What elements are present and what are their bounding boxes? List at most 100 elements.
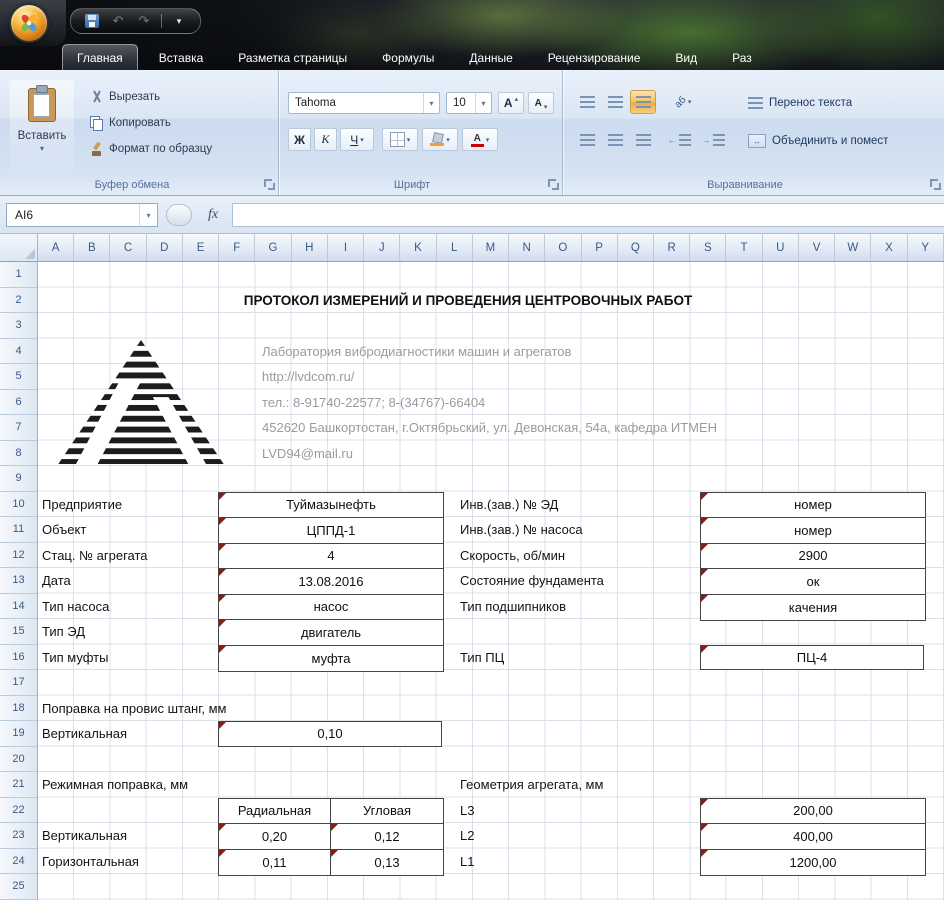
- cell-label[interactable]: Скорость, об/мин: [460, 543, 565, 569]
- table-cell[interactable]: двигатель: [219, 620, 443, 646]
- wrap-text-button[interactable]: Перенос текста: [748, 92, 852, 114]
- cell-label[interactable]: Вертикальная: [42, 823, 127, 849]
- underline-button[interactable]: Ч ▾: [340, 128, 374, 151]
- column-header-s[interactable]: S: [690, 234, 726, 261]
- table-cell[interactable]: 200,00: [701, 799, 925, 825]
- column-header-p[interactable]: P: [582, 234, 618, 261]
- table-cell[interactable]: номер: [701, 493, 925, 519]
- tab-glavnaya[interactable]: Главная: [62, 44, 138, 70]
- column-header-a[interactable]: A: [38, 234, 74, 261]
- column-header-k[interactable]: K: [400, 234, 436, 261]
- cell-label[interactable]: Тип муфты: [42, 645, 108, 671]
- row-header-25[interactable]: 25: [0, 874, 37, 900]
- row-header-15[interactable]: 15: [0, 619, 37, 645]
- column-header-n[interactable]: N: [509, 234, 545, 261]
- fill-color-button[interactable]: ▾: [422, 128, 458, 151]
- table-cell[interactable]: насос: [219, 595, 443, 621]
- table-cell[interactable]: 1200,00: [701, 850, 925, 876]
- align-middle-button[interactable]: [602, 90, 628, 114]
- table-cell[interactable]: 2900: [701, 544, 925, 570]
- row-header-23[interactable]: 23: [0, 823, 37, 849]
- redo-button[interactable]: ↷: [135, 12, 153, 30]
- cell-label[interactable]: L1: [460, 849, 474, 875]
- cell-label[interactable]: Предприятие: [42, 492, 122, 518]
- column-header-q[interactable]: Q: [618, 234, 654, 261]
- section-header[interactable]: Поправка на провис штанг, мм: [42, 696, 227, 722]
- tab-dannye[interactable]: Данные: [455, 47, 526, 70]
- column-header-e[interactable]: E: [183, 234, 219, 261]
- row-header-21[interactable]: 21: [0, 772, 37, 798]
- cell-label[interactable]: Тип подшипников: [460, 594, 566, 620]
- row-header-16[interactable]: 16: [0, 645, 37, 671]
- row-header-6[interactable]: 6: [0, 390, 37, 416]
- column-header-c[interactable]: C: [110, 234, 146, 261]
- tab-razrabotchik[interactable]: Раз: [718, 47, 766, 70]
- cell-label[interactable]: Дата: [42, 568, 71, 594]
- cell-label[interactable]: Горизонтальная: [42, 849, 139, 875]
- increase-indent-button[interactable]: →: [698, 128, 728, 152]
- column-header-u[interactable]: U: [763, 234, 799, 261]
- table-cell[interactable]: 0,11: [219, 850, 331, 876]
- cell-label[interactable]: L2: [460, 823, 474, 849]
- column-header-r[interactable]: R: [654, 234, 690, 261]
- row-header-10[interactable]: 10: [0, 492, 37, 518]
- table-cell[interactable]: ЦППД-1: [219, 518, 443, 544]
- paste-button[interactable]: Вставить ▾: [10, 80, 74, 180]
- undo-button[interactable]: ↶: [109, 12, 127, 30]
- column-header-d[interactable]: D: [147, 234, 183, 261]
- cell-label[interactable]: L3: [460, 798, 474, 824]
- row-header-12[interactable]: 12: [0, 543, 37, 569]
- formula-input[interactable]: [232, 203, 944, 227]
- grow-font-button[interactable]: А ▴: [498, 92, 524, 114]
- column-header-v[interactable]: V: [799, 234, 835, 261]
- table-cell[interactable]: 0,13: [331, 850, 443, 876]
- row-header-24[interactable]: 24: [0, 849, 37, 875]
- cell-label[interactable]: Объект: [42, 517, 86, 543]
- bold-button[interactable]: Ж: [288, 128, 311, 151]
- section-header[interactable]: Режимная поправка, мм: [42, 772, 188, 798]
- table-header-cell[interactable]: Угловая: [331, 799, 443, 825]
- align-left-button[interactable]: [574, 128, 600, 152]
- table-cell[interactable]: ок: [701, 569, 925, 595]
- row-header-1[interactable]: 1: [0, 262, 37, 288]
- copy-button[interactable]: Копировать: [90, 112, 171, 134]
- table-cell[interactable]: Туймазынефть: [219, 493, 443, 519]
- column-header-m[interactable]: M: [473, 234, 509, 261]
- table-cell[interactable]: 0,20: [219, 824, 331, 850]
- table-cell[interactable]: качения: [701, 595, 925, 621]
- table-cell[interactable]: 13.08.2016: [219, 569, 443, 595]
- chevron-down-icon[interactable]: ▾: [139, 204, 157, 226]
- column-header-o[interactable]: O: [545, 234, 581, 261]
- tab-formuly[interactable]: Формулы: [368, 47, 448, 70]
- table-cell[interactable]: номер: [701, 518, 925, 544]
- column-header-f[interactable]: F: [219, 234, 255, 261]
- dialog-launcher-icon[interactable]: [930, 179, 941, 190]
- row-header-19[interactable]: 19: [0, 721, 37, 747]
- tab-vstavka[interactable]: Вставка: [145, 47, 218, 70]
- office-button[interactable]: [9, 3, 49, 43]
- insert-function-button[interactable]: fx: [200, 204, 226, 226]
- select-all-corner[interactable]: [0, 234, 38, 262]
- cut-button[interactable]: Вырезать: [90, 86, 160, 108]
- table-header-cell[interactable]: Радиальная: [219, 799, 331, 825]
- cell-label[interactable]: Тип ЭД: [42, 619, 85, 645]
- italic-button[interactable]: К: [314, 128, 337, 151]
- cell-label[interactable]: Состояние фундамента: [460, 568, 604, 594]
- column-header-i[interactable]: I: [328, 234, 364, 261]
- row-header-22[interactable]: 22: [0, 798, 37, 824]
- lab-info-line[interactable]: http://lvdcom.ru/: [262, 364, 354, 390]
- table-cell[interactable]: 4: [219, 544, 443, 570]
- row-header-7[interactable]: 7: [0, 415, 37, 441]
- table-cell[interactable]: ПЦ-4: [700, 645, 924, 671]
- column-header-y[interactable]: Y: [908, 234, 944, 261]
- row-header-2[interactable]: 2: [0, 288, 37, 314]
- row-header-8[interactable]: 8: [0, 441, 37, 467]
- cell-label[interactable]: Тип насоса: [42, 594, 109, 620]
- align-center-button[interactable]: [602, 128, 628, 152]
- column-header-g[interactable]: G: [255, 234, 291, 261]
- tab-razmetka-stranitsy[interactable]: Разметка страницы: [224, 47, 361, 70]
- font-name-combo[interactable]: Tahoma ▾: [288, 92, 440, 114]
- name-box[interactable]: AI6 ▾: [6, 203, 158, 227]
- row-header-5[interactable]: 5: [0, 364, 37, 390]
- merge-center-button[interactable]: ↔ Объединить и помест: [748, 130, 888, 152]
